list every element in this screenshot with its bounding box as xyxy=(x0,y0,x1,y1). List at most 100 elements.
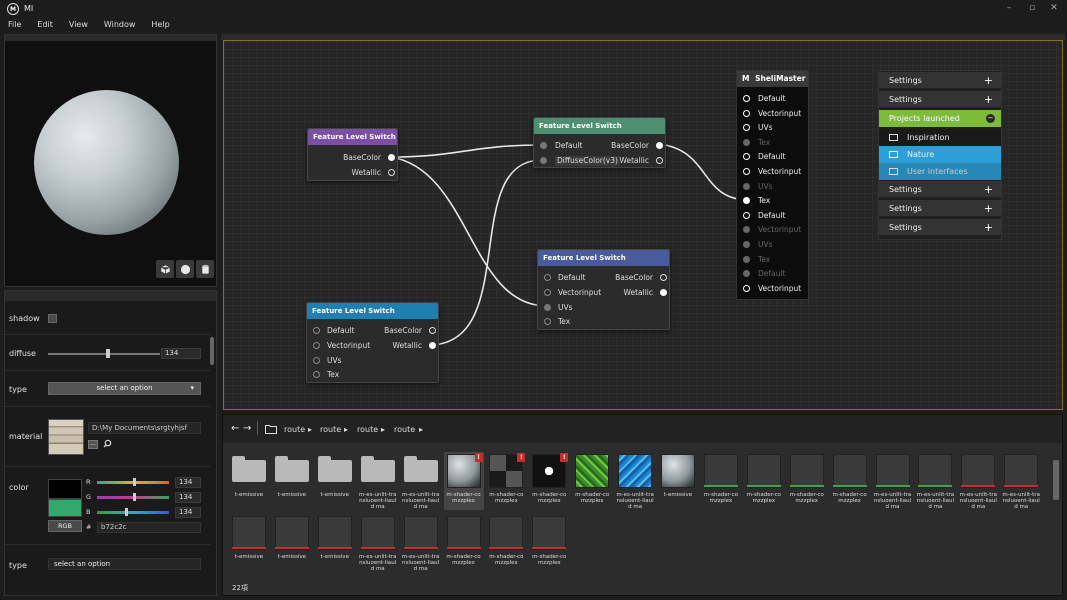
asset-tile[interactable]: m-shader-co mzzplex xyxy=(572,452,612,510)
material-path-field[interactable]: D:\My Documents\srgtyhjsf xyxy=(88,422,201,434)
node-4-out-wetallic-port[interactable] xyxy=(429,342,436,349)
asset-tile[interactable]: m-es-unlit-tra nsluoent-liaul d ma xyxy=(873,452,913,510)
asset-tile[interactable]: t-emissive xyxy=(658,452,698,510)
asset-tile[interactable]: m-es-unlit-tra nsluoent-liaul d ma xyxy=(915,452,955,510)
node-3-out-wetallic-port[interactable] xyxy=(660,289,667,296)
node-feature-switch-2[interactable]: Feature Level Switch Default DiffuseColo… xyxy=(533,117,666,168)
master-node[interactable]: M SheliMaster Default Vectorinput UVs Tex De… xyxy=(736,70,809,300)
diffuse-slider[interactable] xyxy=(48,353,160,355)
node-4-out-basecolor-port[interactable] xyxy=(429,327,436,334)
master-node-header[interactable]: M SheliMaster xyxy=(737,71,808,87)
node-feature-switch-3[interactable]: Feature Level Switch Default Vectorinput… xyxy=(537,249,670,330)
diffuse-slider-handle[interactable] xyxy=(106,349,111,358)
node-4-in-tex-port[interactable] xyxy=(313,371,320,378)
master-port-7[interactable] xyxy=(743,197,750,205)
asset-tile[interactable]: m-shader-co mzzplex xyxy=(701,452,741,510)
channel-r-value[interactable]: 134 xyxy=(175,477,201,488)
asset-tile[interactable]: ! m-shader-co mzzplex xyxy=(529,452,569,510)
sphere-icon[interactable] xyxy=(176,260,194,278)
asset-tile[interactable]: m-es-unlit-tra nsluoent-liaul d ma xyxy=(615,452,655,510)
node-3-in-vector-port[interactable] xyxy=(544,289,551,296)
asset-tile[interactable]: m-shader-co mzzplex xyxy=(486,514,526,572)
asset-tile[interactable]: m-shader-co mzzplex xyxy=(529,514,569,572)
asset-tile[interactable]: m-es-unlit-tra nsluoent-liaul d ma xyxy=(358,452,398,510)
master-port-11[interactable] xyxy=(743,255,750,263)
hex-field[interactable]: b72c2c xyxy=(97,522,201,533)
back-arrow-icon[interactable]: ← xyxy=(231,423,239,434)
properties-scrollbar[interactable] xyxy=(210,337,214,365)
asset-tile[interactable]: t-emissive xyxy=(229,514,269,572)
master-port-2[interactable] xyxy=(743,124,750,132)
settings-button-3[interactable]: Settings + xyxy=(879,181,1001,198)
asset-tile[interactable]: m-shader-co mzzplex xyxy=(830,452,870,510)
browser-scrollbar[interactable] xyxy=(1053,460,1059,500)
asset-tile[interactable]: m-shader-co mzzplex xyxy=(787,452,827,510)
asset-tile[interactable]: m-es-unlit-tra nsluoent-liaul d ma xyxy=(358,514,398,572)
node-3-in-tex-port[interactable] xyxy=(544,318,551,325)
master-port-8[interactable] xyxy=(743,211,750,219)
node-1-out-wetallic-port[interactable] xyxy=(388,169,395,176)
node-2-out-basecolor-port[interactable] xyxy=(656,142,663,149)
projects-launched-header[interactable]: Projects launched − xyxy=(879,110,1001,127)
asset-tile[interactable]: m-es-unlit-tra nsluoent-liaul d ma xyxy=(1001,452,1041,510)
channel-r-handle[interactable] xyxy=(133,478,136,486)
asset-tile[interactable]: m-shader-co mzzplex xyxy=(744,452,784,510)
node-2-in-diffuse-port[interactable] xyxy=(540,157,547,164)
node-4-title[interactable]: Feature Level Switch xyxy=(307,303,438,319)
rgb-mode-button[interactable]: RGB xyxy=(48,520,82,532)
master-port-6[interactable] xyxy=(743,182,750,190)
breadcrumb-3[interactable]: route xyxy=(357,425,378,434)
settings-button-1[interactable]: Settings + xyxy=(879,72,1001,89)
asset-tile[interactable]: m-es-unlit-tra nsluoent-liaul d ma xyxy=(401,452,441,510)
shadow-checkbox[interactable] xyxy=(48,314,57,323)
node-4-in-default-port[interactable] xyxy=(313,327,320,334)
channel-b-value[interactable]: 134 xyxy=(175,507,201,518)
preview-sphere[interactable] xyxy=(34,90,179,235)
asset-tile[interactable]: t-emissive xyxy=(272,452,312,510)
close-icon[interactable]: ✕ xyxy=(1048,2,1060,14)
maximize-icon[interactable]: ▫ xyxy=(1026,2,1038,14)
folder-icon[interactable] xyxy=(265,424,277,436)
list-item-user-interfaces[interactable]: User interfaces xyxy=(879,163,1001,180)
master-port-5[interactable] xyxy=(743,168,750,175)
asset-tile[interactable]: m-es-unlit-tra nsluoent-liaul d ma xyxy=(401,514,441,572)
type2-select[interactable]: select an option xyxy=(48,558,201,570)
diffuse-value[interactable]: 134 xyxy=(161,348,201,359)
node-2-out-wetallic-port[interactable] xyxy=(656,157,663,164)
master-port-10[interactable] xyxy=(743,241,750,248)
menu-file[interactable]: File xyxy=(0,18,29,32)
asset-tile[interactable]: ! m-shader-co mzzplex xyxy=(443,452,484,510)
asset-tile[interactable]: t-emissive xyxy=(315,514,355,572)
breadcrumb-2[interactable]: route xyxy=(320,425,341,434)
breadcrumb-1[interactable]: route xyxy=(284,425,305,434)
type-select[interactable]: select an option ▾ xyxy=(48,382,201,395)
node-4-in-vector-port[interactable] xyxy=(313,342,320,349)
minimize-icon[interactable]: – xyxy=(1003,2,1015,14)
node-2-in-default-port[interactable] xyxy=(540,142,547,149)
node-feature-switch-1[interactable]: Feature Level Switch BaseColor Wetallic xyxy=(307,128,398,181)
asset-tile[interactable]: t-emissive xyxy=(315,452,355,510)
asset-tile[interactable]: ! m-shader-co mzzplex xyxy=(486,452,526,510)
node-1-title[interactable]: Feature Level Switch xyxy=(308,129,397,145)
settings-button-2[interactable]: Settings + xyxy=(879,91,1001,108)
master-port-3[interactable] xyxy=(743,138,750,146)
browse-button[interactable]: ... xyxy=(88,440,98,449)
node-3-in-uvs-port[interactable] xyxy=(544,304,551,311)
list-item-inspiration[interactable]: Inspiration xyxy=(879,129,1001,146)
master-port-1[interactable] xyxy=(743,109,750,117)
material-thumbnail[interactable] xyxy=(48,419,84,455)
master-port-13[interactable] xyxy=(743,284,750,292)
asset-tile[interactable]: m-es-unlit-tra nsluoent-liaul d ma xyxy=(958,452,998,510)
node-4-in-uvs-port[interactable] xyxy=(313,357,320,364)
channel-b-handle[interactable] xyxy=(125,508,128,516)
node-1-out-basecolor-port[interactable] xyxy=(388,154,395,161)
menu-window[interactable]: Window xyxy=(96,18,144,32)
menu-edit[interactable]: Edit xyxy=(29,18,61,32)
channel-g-value[interactable]: 134 xyxy=(175,492,201,503)
search-icon[interactable] xyxy=(103,439,112,450)
master-port-0[interactable] xyxy=(743,95,750,102)
master-port-12[interactable] xyxy=(743,270,750,278)
settings-button-4[interactable]: Settings + xyxy=(879,200,1001,217)
node-3-in-default-port[interactable] xyxy=(544,274,551,281)
forward-arrow-icon[interactable]: → xyxy=(243,423,251,434)
